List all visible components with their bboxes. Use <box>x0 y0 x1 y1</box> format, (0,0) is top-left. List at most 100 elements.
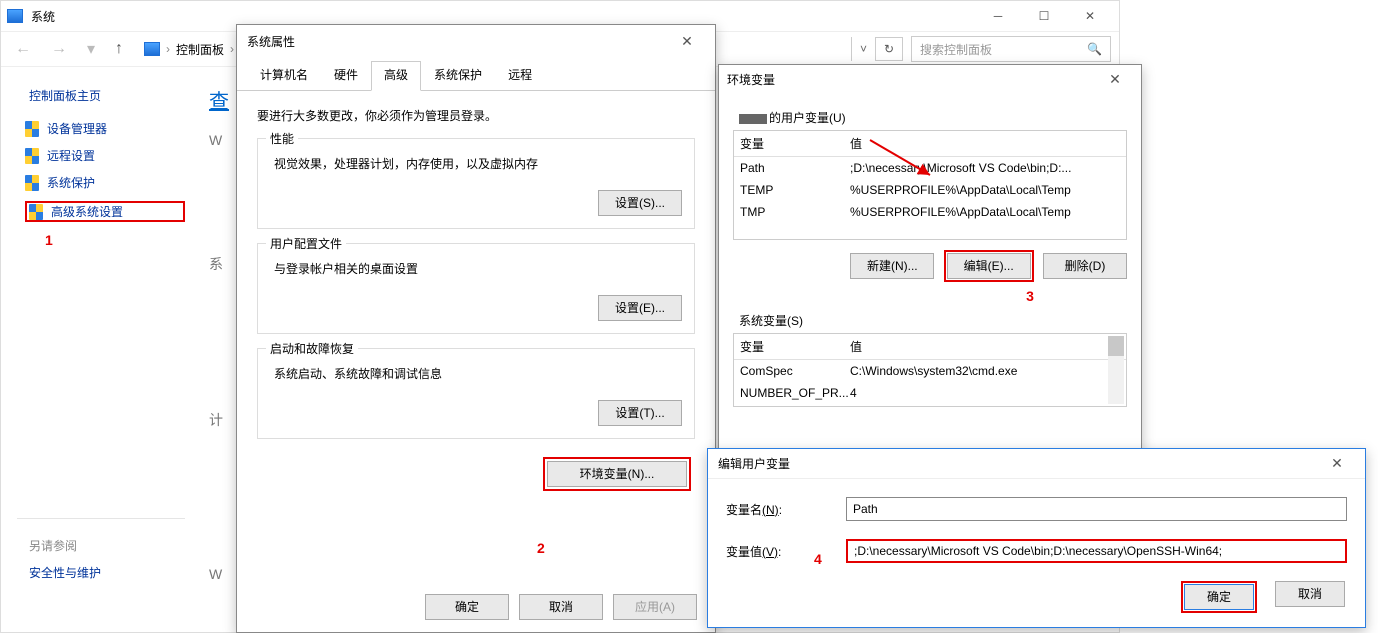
ed-footer: 确定 取消 <box>1181 581 1345 613</box>
scrollbar-thumb[interactable] <box>1108 336 1124 356</box>
list-row-tmp[interactable]: TMP%USERPROFILE%\AppData\Local\Temp <box>734 201 1126 223</box>
edit-button[interactable]: 编辑(E)... <box>947 253 1031 279</box>
cancel-button[interactable]: 取消 <box>1275 581 1345 607</box>
variable-value-label: 变量值(V): <box>726 543 826 560</box>
new-button[interactable]: 新建(N)... <box>850 253 934 279</box>
tab-advanced[interactable]: 高级 <box>371 61 421 91</box>
breadcrumb-item-1[interactable]: 控制面板 <box>176 41 224 58</box>
group-startup-recovery: 启动和故障恢复 系统启动、系统故障和调试信息 设置(T)... <box>257 348 695 439</box>
sp-tabs: 计算机名 硬件 高级 系统保护 远程 <box>237 57 715 91</box>
cell-var: OS <box>734 404 844 407</box>
list-row-temp[interactable]: TEMP%USERPROFILE%\AppData\Local\Temp <box>734 179 1126 201</box>
sidebar-label: 系统保护 <box>47 174 95 191</box>
address-right: ˅ ↻ <box>851 37 903 61</box>
annotation-outline: 编辑(E)... <box>944 250 1034 282</box>
list-row-path[interactable]: Path;D:\necessary\Microsoft VS Code\bin;… <box>734 157 1126 179</box>
user-vars-suffix: 的用户变量(U) <box>769 111 846 125</box>
ok-button[interactable]: 确定 <box>425 594 509 620</box>
sidebar-title[interactable]: 控制面板主页 <box>29 87 185 104</box>
see-also-label: 另请参阅 <box>29 537 185 554</box>
profiles-settings-button[interactable]: 设置(E)... <box>598 295 682 321</box>
tab-computer-name[interactable]: 计算机名 <box>247 61 321 90</box>
sidebar-item-remote[interactable]: 远程设置 <box>25 147 185 164</box>
variable-name-label: 变量名(N): <box>726 501 826 518</box>
close-icon[interactable]: ✕ <box>1097 71 1133 88</box>
user-vars-list[interactable]: 变量 值 Path;D:\necessary\Microsoft VS Code… <box>733 130 1127 240</box>
nav-recent-icon[interactable]: ▾ <box>81 39 101 59</box>
cancel-button[interactable]: 取消 <box>519 594 603 620</box>
group-desc: 系统启动、系统故障和调试信息 <box>274 365 682 382</box>
search-placeholder: 搜索控制面板 <box>920 41 992 58</box>
address-dropdown-icon[interactable]: ˅ <box>851 37 875 61</box>
list-row[interactable]: NUMBER_OF_PR...4 <box>734 382 1126 404</box>
list-header: 变量 值 <box>734 131 1126 157</box>
cell-var: NUMBER_OF_PR... <box>734 382 844 404</box>
cell-val: ;D:\necessary\Microsoft VS Code\bin;D:..… <box>844 157 1126 179</box>
variable-name-input[interactable] <box>846 497 1347 521</box>
ev-title: 环境变量 <box>727 71 775 88</box>
cell-val: 4 <box>844 382 1126 404</box>
cell-var: TEMP <box>734 179 844 201</box>
nav-forward-icon[interactable]: → <box>45 40 73 58</box>
system-properties-dialog: 系统属性 ✕ 计算机名 硬件 高级 系统保护 远程 要进行大多数更改，你必须作为… <box>236 24 716 633</box>
redacted-user-icon <box>739 114 767 124</box>
pc-icon <box>144 42 160 56</box>
system-sidebar: 控制面板主页 设备管理器 远程设置 系统保护 高级系统设置 1 另请参阅 安全性… <box>1 67 201 632</box>
see-also-text: 安全性与维护 <box>29 564 101 581</box>
sidebar-label: 设备管理器 <box>47 120 107 137</box>
nav-back-icon[interactable]: ← <box>9 40 37 58</box>
environment-variables-dialog: 环境变量 ✕ 的用户变量(U) 变量 值 Path;D:\necessary\M… <box>718 64 1142 452</box>
performance-settings-button[interactable]: 设置(S)... <box>598 190 682 216</box>
see-also-item[interactable]: 安全性与维护 <box>29 564 185 581</box>
breadcrumb-sep: › <box>166 42 170 56</box>
shield-icon <box>25 148 39 164</box>
shield-icon <box>25 175 39 191</box>
col-value[interactable]: 值 <box>844 131 1126 156</box>
name-row: 变量名(N): <box>726 497 1347 521</box>
system-title: 系统 <box>31 8 975 25</box>
apply-button[interactable]: 应用(A) <box>613 594 697 620</box>
annotation-3: 3 <box>933 288 1127 304</box>
annotation-4: 4 <box>814 551 822 567</box>
close-icon[interactable]: ✕ <box>669 33 705 50</box>
annotation-1: 1 <box>45 232 185 248</box>
sidebar-item-device-manager[interactable]: 设备管理器 <box>25 120 185 137</box>
main-heading-fragment: 查 <box>209 91 229 113</box>
tab-hardware[interactable]: 硬件 <box>321 61 371 90</box>
search-input[interactable]: 搜索控制面板 🔍 <box>911 36 1111 62</box>
col-variable[interactable]: 变量 <box>734 334 844 359</box>
refresh-icon[interactable]: ↻ <box>875 37 903 61</box>
cell-var: Path <box>734 157 844 179</box>
group-label: 启动和故障恢复 <box>266 340 358 357</box>
shield-icon <box>29 204 43 220</box>
col-value[interactable]: 值 <box>844 334 1126 359</box>
sidebar-item-advanced-settings[interactable]: 高级系统设置 <box>25 201 185 222</box>
startup-settings-button[interactable]: 设置(T)... <box>598 400 682 426</box>
breadcrumb-sep: › <box>230 42 234 56</box>
nav-up-icon[interactable]: ↑ <box>109 40 129 58</box>
user-vars-buttons: 新建(N)... 编辑(E)... 删除(D) <box>733 250 1127 282</box>
list-row[interactable]: OSWindows NT <box>734 404 1126 407</box>
minimize-button[interactable]: ─ <box>975 1 1021 31</box>
close-icon[interactable]: ✕ <box>1319 455 1355 472</box>
list-row[interactable]: ComSpecC:\Windows\system32\cmd.exe <box>734 360 1126 382</box>
close-button[interactable]: ✕ <box>1067 1 1113 31</box>
sidebar-separator <box>17 518 185 519</box>
edit-user-variable-dialog: 编辑用户变量 ✕ 变量名(N): 变量值(V): 4 确定 取消 <box>707 448 1366 628</box>
tab-protection[interactable]: 系统保护 <box>421 61 495 90</box>
delete-button[interactable]: 删除(D) <box>1043 253 1127 279</box>
sp-body: 要进行大多数更改，你必须作为管理员登录。 性能 视觉效果，处理器计划，内存使用，… <box>237 91 715 501</box>
shield-icon <box>25 121 39 137</box>
group-performance: 性能 视觉效果，处理器计划，内存使用，以及虚拟内存 设置(S)... <box>257 138 695 229</box>
sidebar-label: 远程设置 <box>47 147 95 164</box>
tab-remote[interactable]: 远程 <box>495 61 545 90</box>
ev-titlebar: 环境变量 ✕ <box>719 65 1141 93</box>
ok-button[interactable]: 确定 <box>1184 584 1254 610</box>
col-variable[interactable]: 变量 <box>734 131 844 156</box>
sidebar-item-protection[interactable]: 系统保护 <box>25 174 185 191</box>
variable-value-input[interactable] <box>846 539 1347 563</box>
maximize-button[interactable]: ☐ <box>1021 1 1067 31</box>
environment-variables-button[interactable]: 环境变量(N)... <box>547 461 687 487</box>
system-vars-list[interactable]: 变量 值 ComSpecC:\Windows\system32\cmd.exe … <box>733 333 1127 407</box>
cell-var: TMP <box>734 201 844 223</box>
